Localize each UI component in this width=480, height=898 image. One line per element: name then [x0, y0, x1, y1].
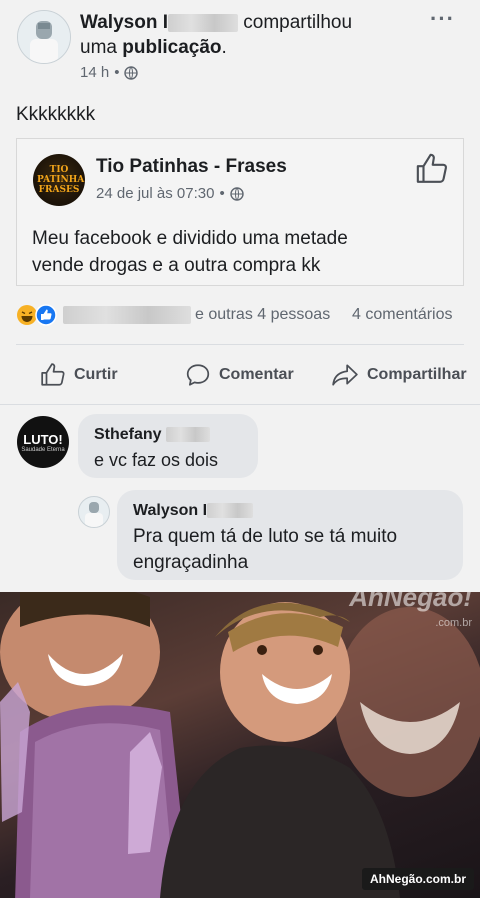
share-action-text: compartilhou [243, 12, 353, 33]
share-timestamp[interactable]: 14 h • [80, 64, 139, 81]
reply-avatar[interactable] [78, 496, 110, 528]
comment-bubble[interactable]: Sthefany e vc faz os dois [78, 414, 258, 478]
avatar-luto-subtext: Saudade Eterna [21, 446, 65, 453]
globe-icon [230, 186, 244, 201]
page-like-button[interactable] [415, 152, 449, 186]
watermark-logo-text: AhNegão! [349, 592, 472, 612]
share-arrow-icon [331, 362, 359, 388]
original-post-text-line1: Meu facebook e dividido uma metade [32, 228, 348, 249]
original-post-meta[interactable]: 24 de jul às 07:30 • [96, 185, 244, 202]
like-button[interactable]: Curtir [40, 362, 118, 388]
blurred-surname [166, 427, 211, 443]
comment-label: Comentar [219, 366, 294, 383]
divider [0, 404, 480, 405]
comment-button[interactable]: Comentar [185, 362, 294, 388]
speech-bubble-icon [185, 362, 211, 388]
share-button[interactable]: Compartilhar [331, 362, 467, 388]
commenter-avatar[interactable]: LUTO! Saudade Eterna [17, 416, 69, 468]
original-post-text: Meu facebook e dividido uma metade vende… [32, 225, 348, 279]
reactions-summary[interactable]: e outras 4 pessoas [16, 304, 330, 326]
watermark-logo: AhNegão! .com.br [349, 592, 472, 631]
avatar-luto-text: LUTO! [23, 431, 63, 447]
reply-bubble[interactable]: Walyson I Pra quem tá de luto se tá muit… [117, 490, 463, 580]
share-caption: Kkkkkkkk [16, 104, 96, 125]
share-action-suffix: . [221, 37, 227, 58]
sharer-name[interactable]: Walyson [80, 12, 157, 33]
divider [16, 344, 464, 345]
like-label: Curtir [74, 366, 118, 383]
share-time: 14 h [80, 64, 110, 81]
comment-author[interactable]: Sthefany [94, 426, 162, 443]
watermark-footer: AhNegão.com.br [361, 868, 474, 890]
reply-text-line2: engraçadinha [133, 552, 249, 573]
like-reaction-icon [35, 304, 57, 326]
share-label: Compartilhar [367, 366, 467, 383]
post-menu-button[interactable]: ··· [430, 6, 455, 32]
thumbs-up-icon [415, 152, 449, 186]
comments-count[interactable]: 4 comentários [352, 306, 453, 324]
share-header: Walyson I compartilhou uma publicação. [80, 10, 420, 60]
watermark-logo-sub: .com.br [435, 617, 472, 629]
share-action-bold[interactable]: publicação [122, 37, 221, 58]
thumbs-up-icon [40, 362, 66, 388]
sharer-avatar[interactable] [17, 10, 71, 64]
shared-post-card[interactable]: TIO PATINHAS FRASES Tio Patinhas - Frase… [16, 138, 464, 286]
blurred-surname [167, 13, 238, 32]
comment-text: e vc faz os dois [94, 450, 219, 470]
share-action-prefix: uma [80, 37, 117, 58]
watermark-footer-text: AhNegão.com.br [369, 872, 466, 886]
globe-icon [124, 65, 139, 80]
original-post-text-line2: vende drogas e a outra compra kk [32, 255, 321, 276]
meme-image: AhNegão! .com.br AhNegão.com.br [0, 592, 480, 898]
page-avatar[interactable]: TIO PATINHAS FRASES [33, 154, 85, 206]
page-name[interactable]: Tio Patinhas - Frases [96, 156, 287, 178]
original-post-date: 24 de jul às 07:30 [96, 185, 215, 202]
reply-text: Pra quem tá de luto se tá muito engraçad… [133, 524, 397, 576]
reactions-others: e outras 4 pessoas [195, 306, 331, 323]
blurred-surname [207, 503, 254, 519]
reply-author[interactable]: Walyson I [133, 502, 207, 519]
page-avatar-logo-text: TIO PATINHAS FRASES [37, 165, 85, 195]
blurred-reactor-names [63, 306, 191, 324]
reply-text-line1: Pra quem tá de luto se tá muito [133, 526, 398, 547]
